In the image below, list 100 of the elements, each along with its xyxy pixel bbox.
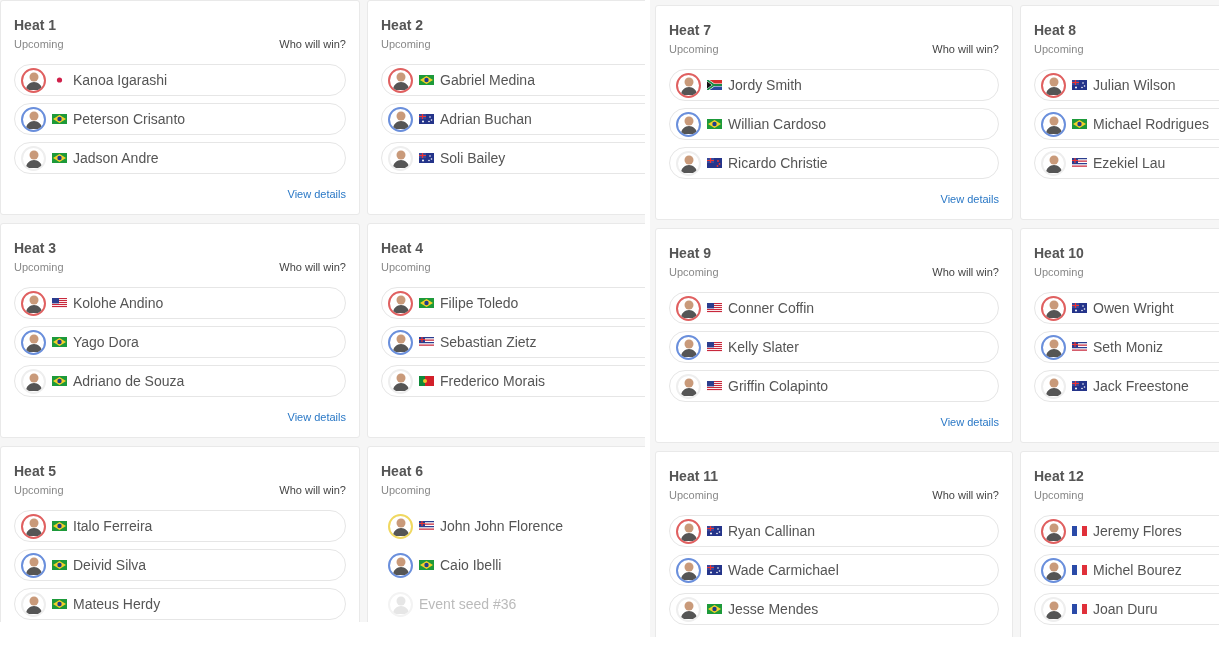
heat-title: Heat 3 <box>14 239 58 257</box>
surfer-name: Seth Moniz <box>1093 337 1164 357</box>
surfer-name: Adrian Buchan <box>440 109 532 129</box>
flag-icon <box>419 153 434 163</box>
surfer-name: Italo Ferreira <box>73 516 153 536</box>
surfer-name: Jadson Andre <box>73 148 159 168</box>
heat-status: Upcoming <box>381 260 431 274</box>
heat-status: Upcoming <box>1034 265 1084 279</box>
flag-icon <box>1072 565 1087 575</box>
vote-prompt: Who will win? <box>932 265 999 279</box>
surfer-name: Deivid Silva <box>73 555 147 575</box>
heat-status: Upcoming <box>1034 488 1084 502</box>
flag-icon <box>419 337 434 347</box>
flag-icon <box>52 153 67 163</box>
flag-icon <box>52 599 67 609</box>
vote-prompt: Who will win? <box>279 260 346 274</box>
flag-icon <box>52 376 67 386</box>
flag-icon <box>419 521 434 531</box>
surfer-name: Michael Rodrigues <box>1093 114 1209 134</box>
flag-icon <box>52 521 67 531</box>
vote-prompt: Who will win? <box>932 488 999 502</box>
surfer-name: Frederico Morais <box>440 371 546 391</box>
flag-icon <box>707 119 722 129</box>
heat-title: Heat 10 <box>1034 244 1085 262</box>
heat-status: Upcoming <box>381 483 431 497</box>
surfer-name: Caio Ibelli <box>440 555 502 575</box>
vote-prompt: Who will win? <box>932 42 999 56</box>
surfer-name: Jack Freestone <box>1093 376 1189 396</box>
surfer-name: Ricardo Christie <box>728 153 828 173</box>
surfer-name: Conner Coffin <box>728 298 815 318</box>
surfer-name: Owen Wright <box>1093 298 1174 318</box>
heat-title: Heat 11 <box>669 467 720 485</box>
seed-label: Event seed #36 <box>419 594 517 614</box>
flag-icon <box>52 298 67 308</box>
flag-icon <box>707 158 722 168</box>
heat-status: Upcoming <box>381 37 431 51</box>
flag-icon <box>52 337 67 347</box>
surfer-name: Jordy Smith <box>728 75 802 95</box>
surfer-name: Kolohe Andino <box>73 293 164 313</box>
surfer-name: Yago Dora <box>73 332 139 352</box>
flag-icon <box>1072 526 1087 536</box>
flag-icon <box>419 114 434 124</box>
heat-title: Heat 7 <box>669 21 713 39</box>
surfer-name: Ryan Callinan <box>728 521 816 541</box>
surfer-name: Jeremy Flores <box>1093 521 1182 541</box>
flag-icon <box>1072 303 1087 313</box>
flag-icon <box>707 526 722 536</box>
heat-title: Heat 1 <box>14 16 58 34</box>
flag-icon <box>1072 604 1087 614</box>
flag-icon <box>707 381 722 391</box>
heat-status: Upcoming <box>669 265 719 279</box>
surfer-name: Wade Carmichael <box>728 560 839 580</box>
view-details-link[interactable]: View details <box>940 415 999 429</box>
surfer-name: Julian Wilson <box>1093 75 1176 95</box>
flag-icon <box>419 376 434 386</box>
avatar-placeholder-icon <box>388 591 413 617</box>
flag-icon <box>419 298 434 308</box>
heat-title: Heat 2 <box>381 16 425 34</box>
heat-status: Upcoming <box>1034 42 1084 56</box>
surfer-name: Mateus Herdy <box>73 594 161 614</box>
heat-status: Upcoming <box>669 488 719 502</box>
flag-icon <box>52 114 67 124</box>
surfer-name: Soli Bailey <box>440 148 506 168</box>
heat-status: Upcoming <box>14 37 64 51</box>
surfer-name: Peterson Crisanto <box>73 109 186 129</box>
flag-icon <box>419 560 434 570</box>
flag-icon <box>707 604 722 614</box>
surfer-name: Gabriel Medina <box>440 70 535 90</box>
flag-icon <box>1072 119 1087 129</box>
view-details-link[interactable]: View details <box>940 192 999 206</box>
view-details-link[interactable]: View details <box>287 410 346 424</box>
surfer-name: Joan Duru <box>1093 599 1158 619</box>
surfer-name: Ezekiel Lau <box>1093 153 1166 173</box>
heat-title: Heat 4 <box>381 239 425 257</box>
surfer-name: Kelly Slater <box>728 337 799 357</box>
flag-icon <box>1072 342 1087 352</box>
surfer-name: Griffin Colapinto <box>728 376 829 396</box>
flag-icon <box>707 80 722 90</box>
view-details-link[interactable]: View details <box>287 187 346 201</box>
surfer-name: Filipe Toledo <box>440 293 519 313</box>
flag-icon <box>419 75 434 85</box>
heat-status: Upcoming <box>14 483 64 497</box>
heat-title: Heat 8 <box>1034 21 1078 39</box>
heat-title: Heat 12 <box>1034 467 1085 485</box>
vote-prompt: Who will win? <box>279 483 346 497</box>
flag-icon <box>1072 381 1087 391</box>
flag-icon <box>1072 80 1087 90</box>
heat-status: Upcoming <box>14 260 64 274</box>
heat-status: Upcoming <box>669 42 719 56</box>
surfer-name: Michel Bourez <box>1093 560 1182 580</box>
heat-title: Heat 6 <box>381 462 425 480</box>
flag-icon <box>52 560 67 570</box>
flag-icon <box>1072 158 1087 168</box>
surfer-name: John John Florence <box>440 516 563 536</box>
flag-icon <box>707 303 722 313</box>
surfer-name: Willian Cardoso <box>728 114 827 134</box>
surfer-name: Kanoa Igarashi <box>73 70 168 90</box>
flag-icon <box>707 565 722 575</box>
surfer-name: Jesse Mendes <box>728 599 819 619</box>
surfer-name: Sebastian Zietz <box>440 332 537 352</box>
